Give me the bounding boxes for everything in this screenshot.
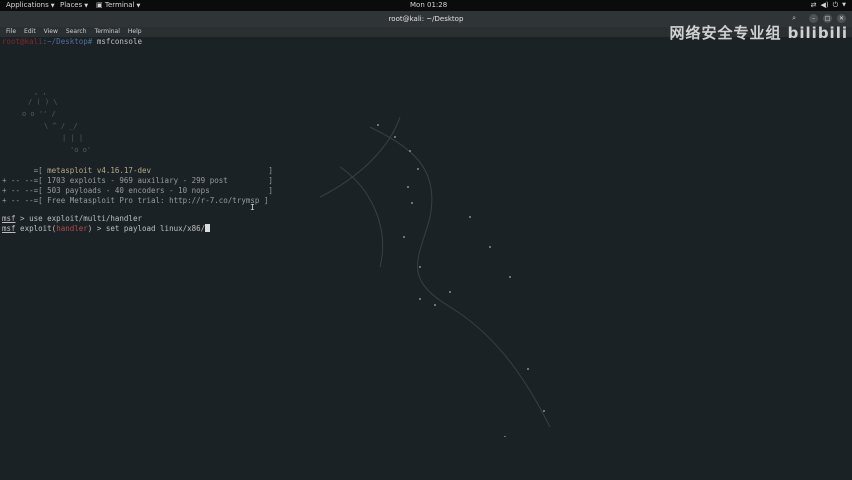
menu-terminal[interactable]: Terminal <box>95 27 120 37</box>
svg-text:'o o': 'o o' <box>70 146 91 154</box>
msf-command-line: msf > use exploit/multi/handler <box>2 214 142 223</box>
prompt-host: root@kali <box>2 37 43 46</box>
terminal-output[interactable]: , , / ( ) \ o o '' / \ ^ / _/ | | | 'o o… <box>0 37 852 480</box>
network-icon: ⇄ <box>810 1 817 9</box>
clock[interactable]: Mon 01:28 <box>410 0 447 11</box>
mouse-text-cursor-icon: I <box>250 203 255 212</box>
svg-text:/ ( ) \: / ( ) \ <box>28 98 58 106</box>
menu-help[interactable]: Help <box>128 27 142 37</box>
prompt-path: :~/Desktop# <box>42 37 93 46</box>
prompt-line: root@kali:~/Desktop# msfconsole <box>2 37 142 47</box>
module-name: handler <box>56 224 88 233</box>
terminal-icon: ▣ <box>96 1 103 9</box>
command-text: msfconsole <box>92 37 142 46</box>
svg-text:| | |: | | | <box>62 134 83 142</box>
msf-label: msf <box>2 214 16 223</box>
menu-edit[interactable]: Edit <box>24 27 36 37</box>
metasploit-ascii-art: , , / ( ) \ o o '' / \ ^ / _/ | | | 'o o… <box>22 88 91 154</box>
chevron-down-icon: ▼ <box>136 3 141 9</box>
menu-search[interactable]: Search <box>66 27 87 37</box>
kali-dragon-logo <box>319 116 551 437</box>
gnome-top-bar: Applications ▼ Places ▼ ▣ Terminal ▼ Mon 01… <box>0 0 852 11</box>
svg-text:\ ^ / _/: \ ^ / _/ <box>44 122 78 130</box>
power-icon: ⏻ <box>832 1 839 9</box>
text-cursor <box>205 224 211 232</box>
svg-text:o o '' /: o o '' / <box>22 110 56 118</box>
volume-icon: ◀) <box>820 1 829 9</box>
banner-line: + -- --=[ 1703 exploits - 969 auxiliary … <box>2 176 273 185</box>
banner-line: + -- --=[ 503 payloads - 40 encoders - 1… <box>2 186 273 195</box>
system-tray[interactable]: ⇄ ◀) ⏻ ▼ <box>811 0 846 11</box>
banner-line: =[ metasploit v4.16.17-dev ] <box>2 166 273 175</box>
msf-command-line: msf exploit(handler) > set payload linux… <box>2 224 211 234</box>
menu-file[interactable]: File <box>6 27 16 37</box>
chevron-down-icon: ▼ <box>50 3 55 9</box>
banner-line: + -- --=[ Free Metasploit Pro trial: htt… <box>2 196 269 205</box>
msf-label: msf <box>2 224 16 233</box>
chevron-down-icon: ▼ <box>84 3 89 9</box>
menu-view[interactable]: View <box>44 27 58 37</box>
svg-text:, ,: , , <box>34 88 47 96</box>
chevron-down-icon: ▼ <box>842 2 846 8</box>
